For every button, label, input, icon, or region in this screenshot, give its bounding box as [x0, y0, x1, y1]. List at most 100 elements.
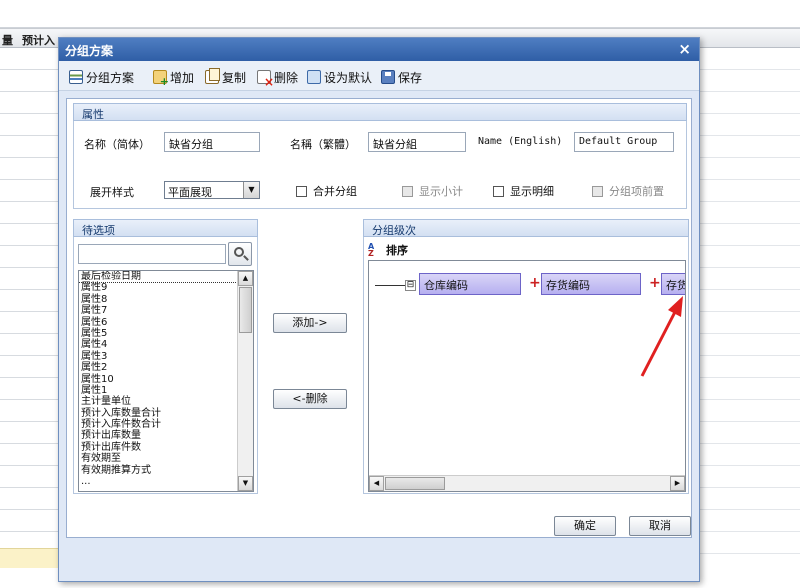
list-item[interactable]: 最后检验日期 [79, 271, 253, 284]
scroll-thumb[interactable] [239, 287, 252, 333]
list-item[interactable]: 属性9 [79, 282, 253, 293]
delete-label: 删除 [274, 70, 299, 85]
list-item[interactable]: 属性10 [79, 374, 253, 385]
checkbox-box[interactable] [493, 185, 504, 197]
properties-header: 属性 [73, 103, 687, 121]
copy-label: 复制 [222, 70, 247, 85]
group-scheme-dialog: 分组方案 × 分组方案 增加 复制 删除 设为默认 保存 [58, 37, 700, 582]
sort-az-icon [368, 242, 382, 258]
name-traditional-field[interactable]: 缺省分組 [368, 132, 466, 152]
expand-style-label: 展开样式 [90, 186, 134, 199]
name-simplified-label: 名称（简体） [84, 138, 150, 151]
dialog-title-bar: 分组方案 × [59, 38, 699, 61]
list-item[interactable]: ... [79, 476, 253, 487]
list-item[interactable]: 属性1 [79, 385, 253, 396]
add-label: 增加 [170, 70, 195, 85]
available-items-container: 最后检验日期 属性9 属性8 属性7 属性6 属性5 属性4 属性3 属性2 属性10 属性1 主计量… [79, 271, 253, 487]
checkbox-box[interactable] [296, 185, 307, 197]
group-node[interactable]: 仓库编码 [419, 273, 521, 295]
scroll-right-icon[interactable]: ▶ [670, 476, 685, 491]
add-button[interactable]: 增加 [153, 68, 195, 88]
scroll-thumb[interactable] [385, 477, 445, 490]
show-subtotal-label: 显示小计 [419, 185, 463, 198]
scheme-button[interactable]: 分组方案 [69, 68, 134, 86]
properties-panel: 属性 名称（简体） 缺省分组 名稱（繁體） 缺省分組 Name (English… [73, 103, 687, 209]
available-items-list[interactable]: 最后检验日期 属性9 属性8 属性7 属性6 属性5 属性4 属性3 属性2 属性10 属性1 主计量… [78, 270, 254, 492]
collapse-icon[interactable]: ⊟ [405, 280, 416, 291]
add-item-button[interactable]: 添加-> [273, 313, 347, 333]
dialog-content: 属性 名称（简体） 缺省分组 名稱（繁體） 缺省分組 Name (English… [66, 98, 692, 538]
sort-button[interactable]: 排序 [368, 242, 408, 258]
group-node[interactable]: 存货 [661, 273, 685, 295]
background-total-row [0, 548, 60, 568]
set-default-label: 设为默认 [324, 70, 373, 85]
show-subtotal-checkbox[interactable]: 显示小计 [402, 183, 463, 199]
group-levels-canvas[interactable]: ⊟ 仓库编码 + 存货编码 + 存货 ◀ ▶ [368, 260, 686, 492]
checkbox-box[interactable] [402, 185, 413, 197]
group-item-first-checkbox[interactable]: 分组项前置 [592, 183, 664, 199]
list-item[interactable]: 属性8 [79, 294, 253, 305]
copy-icon [205, 68, 220, 84]
list-item[interactable]: 预计入库数量合计 [79, 408, 253, 419]
expand-style-select[interactable]: 平面展现 ▼ [164, 181, 260, 199]
list-item[interactable]: 主计量单位 [79, 396, 253, 407]
background-header-cell: 量 [2, 34, 13, 47]
save-button[interactable]: 保存 [381, 68, 422, 86]
remove-item-button[interactable]: <-删除 [273, 389, 347, 409]
name-english-field[interactable]: Default Group [574, 132, 674, 152]
list-item[interactable]: 属性2 [79, 362, 253, 373]
name-traditional-label: 名稱（繁體） [290, 138, 356, 151]
tree-connector [375, 285, 405, 286]
ok-button[interactable]: 确定 [554, 516, 616, 536]
merge-group-checkbox[interactable]: 合并分组 [296, 183, 357, 199]
save-label: 保存 [398, 70, 423, 85]
search-button[interactable] [228, 242, 252, 266]
group-levels-header: 分组级次 [363, 219, 689, 237]
list-item[interactable]: 属性3 [79, 351, 253, 362]
list-item[interactable]: 有效期至 [79, 453, 253, 464]
scroll-up-icon[interactable]: ▲ [238, 271, 253, 286]
list-item[interactable]: 属性7 [79, 305, 253, 316]
show-detail-checkbox[interactable]: 显示明细 [493, 183, 554, 199]
available-header: 待选项 [73, 219, 258, 237]
checkbox-box[interactable] [592, 185, 603, 197]
background-rows-right [700, 48, 800, 568]
cancel-button[interactable]: 取消 [629, 516, 691, 536]
background-toolbar-area [0, 0, 800, 28]
name-simplified-field[interactable]: 缺省分组 [164, 132, 260, 152]
close-icon[interactable]: × [678, 40, 691, 58]
list-item[interactable]: 属性5 [79, 328, 253, 339]
delete-icon [257, 70, 274, 89]
scroll-down-icon[interactable]: ▼ [238, 476, 253, 491]
scheme-list-icon [69, 70, 83, 84]
scroll-left-icon[interactable]: ◀ [369, 476, 384, 491]
vertical-scrollbar[interactable]: ▲ ▼ [237, 271, 253, 491]
list-item[interactable]: 预计入库件数合计 [79, 419, 253, 430]
list-item[interactable]: 预计出库数量 [79, 430, 253, 441]
show-detail-label: 显示明细 [510, 185, 554, 198]
search-input[interactable] [78, 244, 226, 264]
scheme-label: 分组方案 [86, 70, 135, 85]
horizontal-scrollbar[interactable]: ◀ ▶ [369, 475, 685, 491]
expand-style-value: 平面展现 [168, 186, 212, 199]
name-english-label: Name (English) [478, 136, 563, 147]
available-items-panel: 待选项 最后检验日期 属性9 属性8 属性7 属性6 属性5 属性4 属性3 属性2 属性10 属性… [73, 219, 258, 494]
group-levels-panel: 分组级次 排序 ⊟ 仓库编码 + 存货编码 + 存货 ◀ ▶ [363, 219, 689, 494]
group-node[interactable]: 存货编码 [541, 273, 641, 295]
save-icon [381, 70, 395, 84]
list-item[interactable]: 属性6 [79, 317, 253, 328]
copy-button[interactable]: 复制 [205, 68, 246, 86]
dialog-toolbar: 分组方案 增加 复制 删除 设为默认 保存 [59, 61, 699, 91]
search-icon-handle [243, 255, 249, 261]
folder-add-icon [153, 70, 169, 88]
set-default-button[interactable]: 设为默认 [307, 68, 372, 86]
delete-button[interactable]: 删除 [257, 68, 299, 89]
group-item-first-label: 分组项前置 [609, 185, 664, 198]
dialog-title: 分组方案 [65, 44, 114, 58]
plus-icon: + [649, 275, 661, 291]
list-item[interactable]: 有效期推算方式 [79, 465, 253, 476]
list-item[interactable]: 预计出库件数 [79, 442, 253, 453]
list-item[interactable]: 属性4 [79, 339, 253, 350]
background-rows [0, 48, 60, 568]
chevron-down-icon: ▼ [243, 182, 259, 198]
